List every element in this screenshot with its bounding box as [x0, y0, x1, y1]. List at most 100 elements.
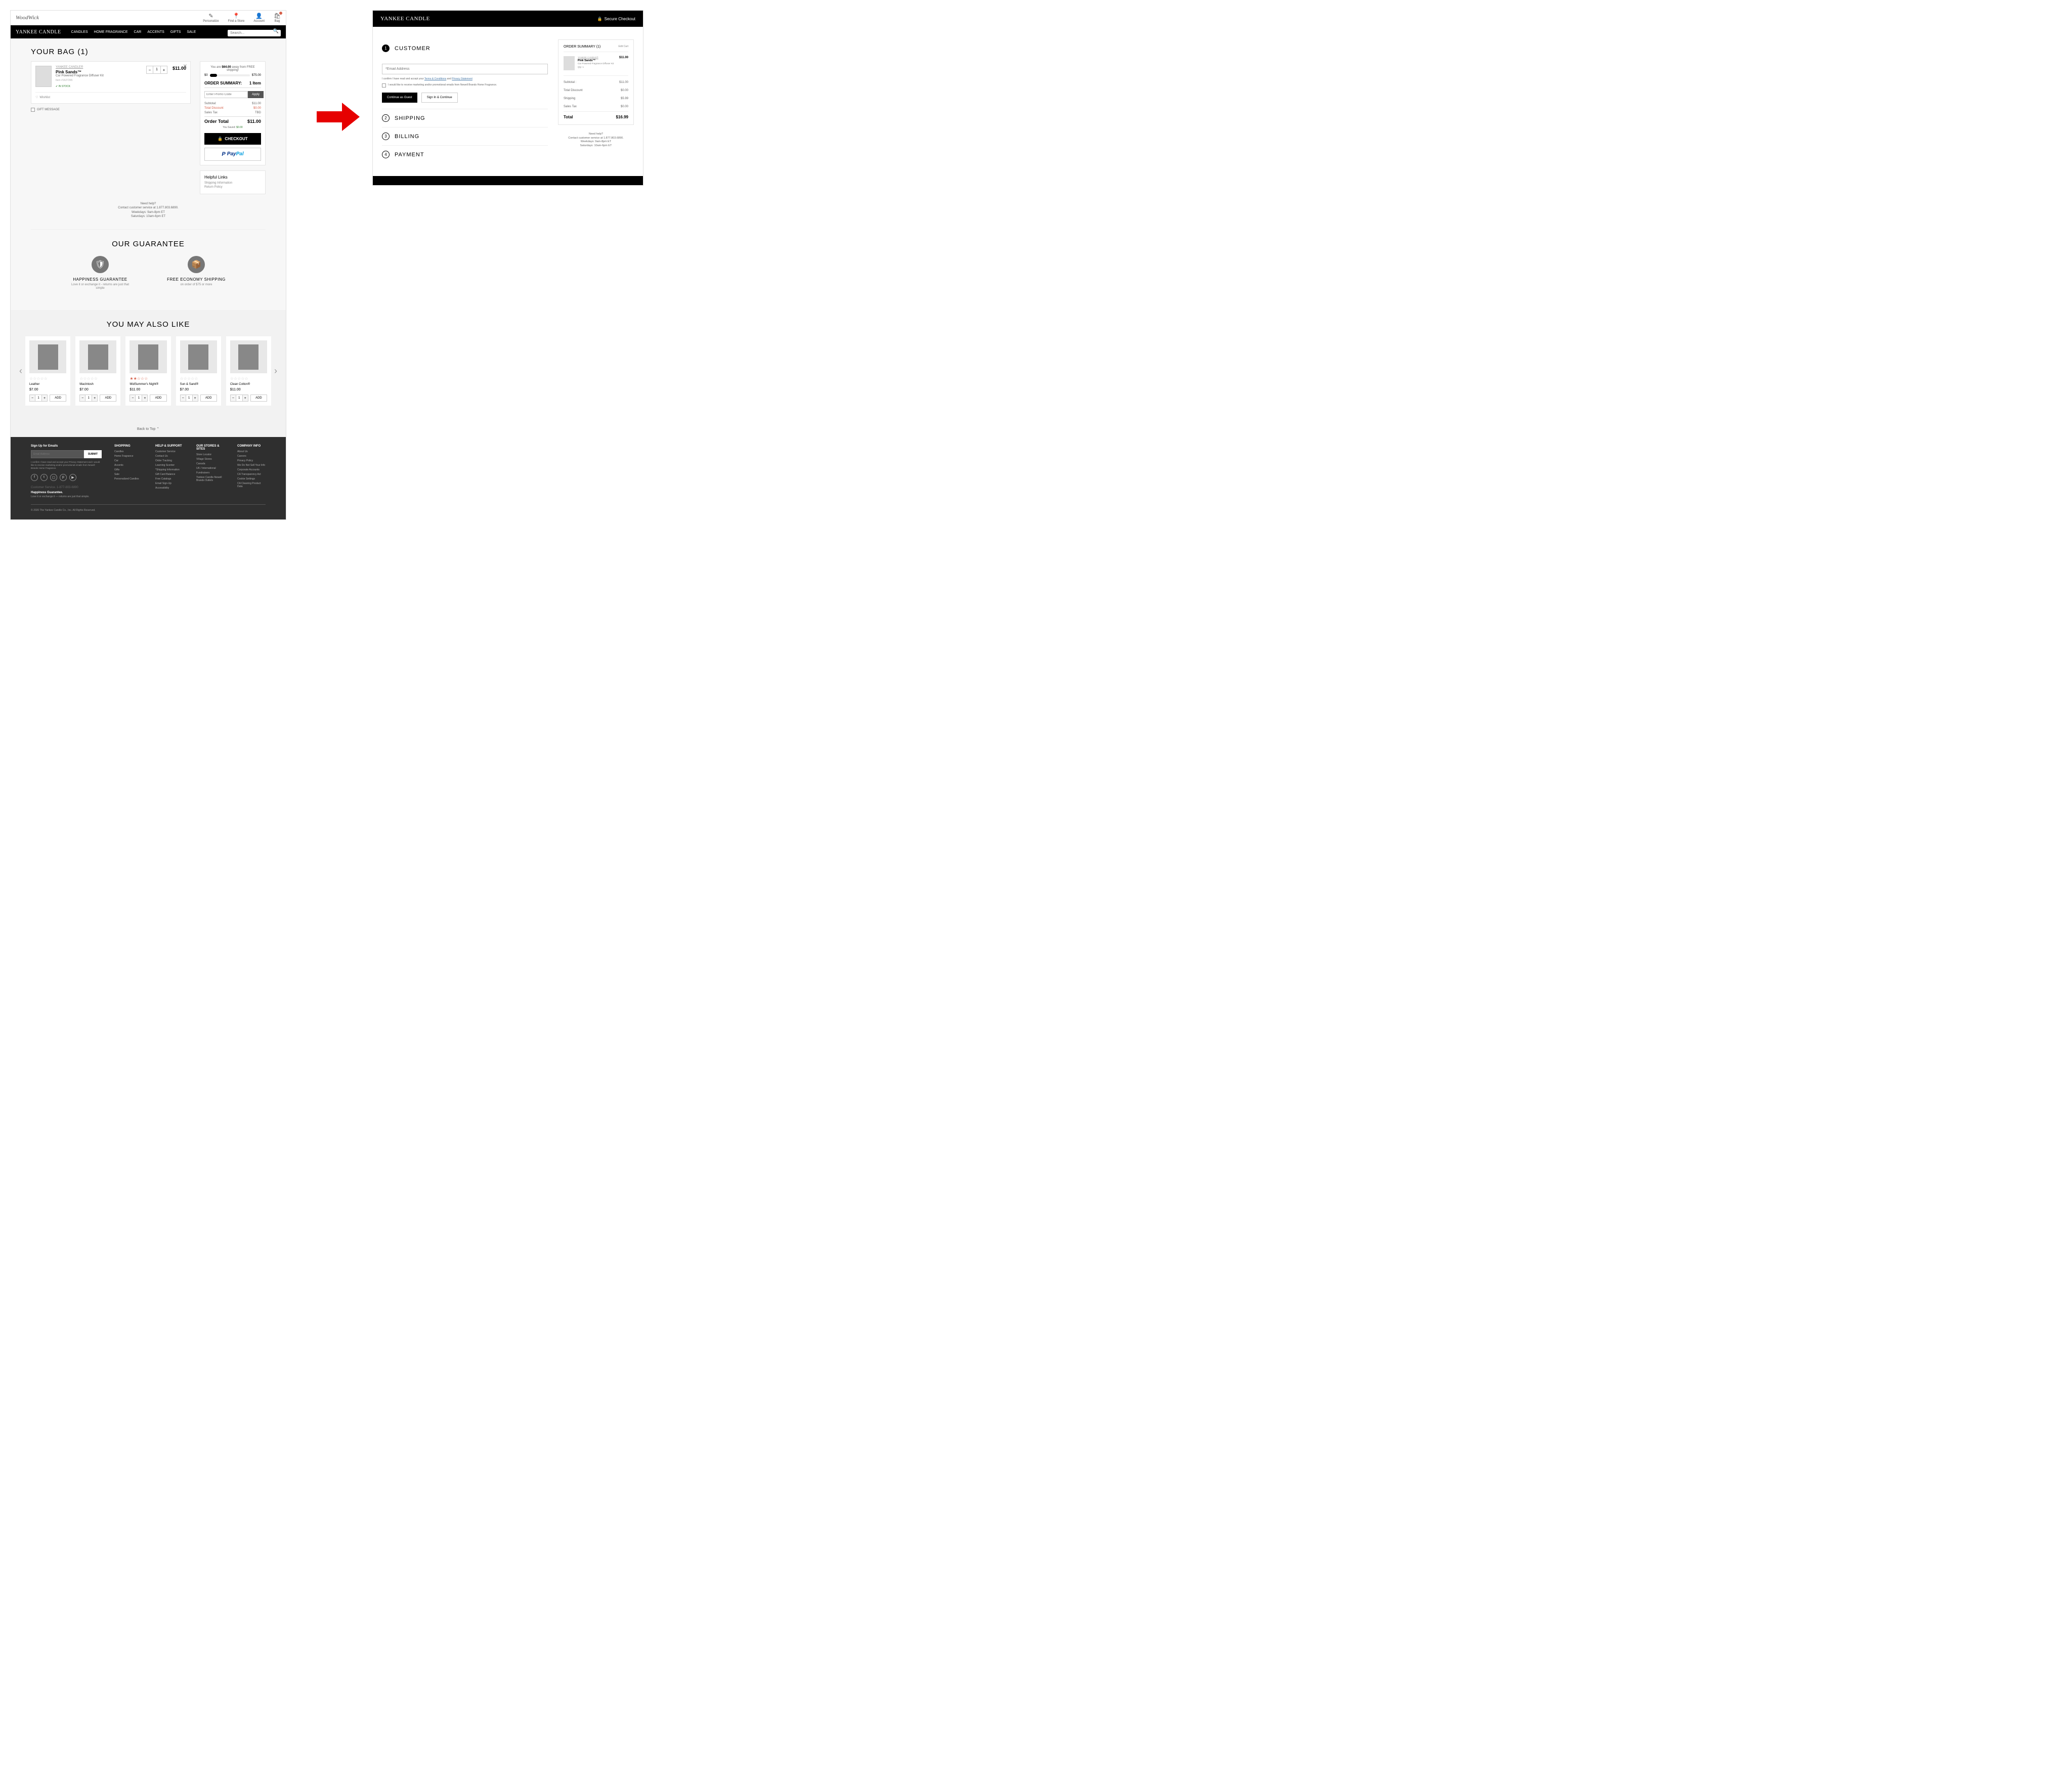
nav-car[interactable]: CAR [134, 30, 142, 34]
nav-candles[interactable]: CANDLES [71, 30, 88, 34]
step-payment[interactable]: 4 PAYMENT [382, 146, 548, 163]
footer-email-input[interactable] [31, 450, 84, 458]
gift-message-toggle[interactable]: GIFT MESSAGE [31, 108, 191, 112]
checkout-button[interactable]: 🔒CHECKOUT [204, 133, 261, 145]
footer-link[interactable]: Customer Service [155, 450, 184, 453]
footer-link[interactable]: Gift Card Balance [155, 473, 184, 476]
qty-plus-button[interactable]: + [92, 395, 97, 401]
pinterest-icon[interactable]: p [60, 474, 67, 481]
footer-link[interactable]: Free Catalogs [155, 477, 184, 480]
footer-link[interactable]: About Us [237, 450, 266, 453]
promo-input[interactable] [204, 91, 248, 98]
find-store-link[interactable]: 📍Find a Store [228, 13, 245, 23]
account-link[interactable]: 👤Account [253, 13, 265, 23]
add-button[interactable]: ADD [200, 395, 217, 402]
qty-minus-button[interactable]: − [231, 395, 236, 401]
facebook-icon[interactable]: f [31, 474, 38, 481]
footer-link[interactable]: Email Sign-Up [155, 482, 184, 485]
shipping-info-link[interactable]: Shipping Information [204, 182, 261, 185]
qty-plus-button[interactable]: + [193, 395, 198, 401]
footer-link[interactable]: Accents [114, 464, 143, 467]
brand-logo[interactable]: YANKEE CANDLE [380, 16, 430, 22]
paypal-button[interactable]: P PayPal [204, 148, 261, 161]
apply-promo-button[interactable]: Apply [248, 91, 264, 98]
footer-link[interactable]: Personalized Candles [114, 477, 143, 480]
footer-link[interactable]: Privacy Policy [237, 459, 266, 462]
footer-link[interactable]: Contact Us [155, 455, 184, 458]
footer-link[interactable]: Canada [196, 462, 225, 465]
cs-shipping: Shipping$5.99 [564, 97, 628, 100]
footer-link[interactable]: Candles [114, 450, 143, 453]
twitter-icon[interactable]: t [40, 474, 48, 481]
wishlist-button[interactable]: ♡Wishlist [35, 92, 186, 99]
qty-plus-button[interactable]: + [161, 66, 167, 73]
footer-link[interactable]: Store Locator [196, 453, 225, 456]
product-card[interactable]: ☆☆☆☆☆ Clean Cotton® $11.00 − 1 + ADD [226, 336, 271, 406]
nav-accents[interactable]: ACCENTS [147, 30, 164, 34]
footer-link[interactable]: CA Cleaning Product Data [237, 482, 266, 488]
back-to-top-button[interactable]: Back to Top ⌃ [11, 421, 286, 437]
terms-link[interactable]: Terms & Conditions [424, 77, 446, 80]
edit-cart-link[interactable]: Edit Cart [619, 45, 628, 49]
footer-link[interactable]: Accessibility [155, 487, 184, 490]
footer-link[interactable]: Home Fragrance [114, 455, 143, 458]
carousel-prev-icon[interactable]: ‹ [18, 366, 23, 376]
search-icon[interactable]: 🔍 [273, 28, 279, 34]
sign-in-continue-button[interactable]: Sign In & Continue [421, 93, 458, 103]
product-card[interactable]: ☆☆☆☆☆ MacIntosh $7.00 − 1 + ADD [75, 336, 120, 406]
instagram-icon[interactable]: ◻ [50, 474, 57, 481]
add-button[interactable]: ADD [150, 395, 166, 402]
step-billing[interactable]: 3 BILLING [382, 127, 548, 146]
youtube-icon[interactable]: ▶ [69, 474, 76, 481]
qty-minus-button[interactable]: − [30, 395, 35, 401]
footer-link[interactable]: Gifts [114, 468, 143, 471]
continue-guest-button[interactable]: Continue as Guest [382, 93, 417, 103]
step-shipping[interactable]: 2 SHIPPING [382, 109, 548, 127]
item-brand[interactable]: YANKEE CANDLE® [578, 56, 616, 59]
personalize-link[interactable]: ✎Personalize [203, 13, 219, 23]
return-policy-link[interactable]: Return Policy [204, 186, 261, 189]
footer-link[interactable]: Village Stores [196, 458, 225, 461]
footer-link[interactable]: Corporate Accounts [237, 468, 266, 471]
promo-row: Apply [204, 91, 261, 98]
qty-plus-button[interactable]: + [142, 395, 147, 401]
add-button[interactable]: ADD [50, 395, 66, 402]
qty-plus-button[interactable]: + [243, 395, 248, 401]
privacy-link[interactable]: Privacy Statement [452, 77, 472, 80]
email-input[interactable] [382, 64, 548, 74]
qty-plus-button[interactable]: + [42, 395, 47, 401]
footer-link[interactable]: Learning Scenter [155, 464, 184, 467]
nav-home-fragrance[interactable]: HOME FRAGRANCE [94, 30, 128, 34]
footer-link[interactable]: *Shipping Information [155, 468, 184, 471]
footer-link[interactable]: Sale [114, 473, 143, 476]
footer-link[interactable]: Yankee Candle-Newell Brands Outlets [196, 476, 225, 482]
footer-link[interactable]: CA Transparency Act [237, 473, 266, 476]
footer-link[interactable]: Car [114, 459, 143, 462]
nav-gifts[interactable]: GIFTS [170, 30, 181, 34]
product-card[interactable]: ☆☆☆☆☆ Sun & Sand® $7.00 − 1 + ADD [176, 336, 221, 406]
footer-submit-button[interactable]: SUBMIT [84, 450, 102, 458]
woodwick-logo[interactable]: WoodWick [16, 15, 39, 21]
footer-link[interactable]: Fundraisers [196, 471, 225, 474]
qty-minus-button[interactable]: − [181, 395, 186, 401]
brand-logo[interactable]: YANKEE CANDLE [16, 29, 61, 35]
product-card[interactable]: ★★☆☆☆ MidSummer's Night® $11.00 − 1 + AD… [125, 336, 170, 406]
footer-link[interactable]: UK / International [196, 467, 225, 470]
qty-minus-button[interactable]: − [147, 66, 153, 73]
footer-link[interactable]: Order Tracking [155, 459, 184, 462]
qty-minus-button[interactable]: − [80, 395, 85, 401]
carousel-next-icon[interactable]: › [273, 366, 278, 376]
footer-link[interactable]: Cookie Settings [237, 477, 266, 480]
footer-link[interactable]: Careers [237, 455, 266, 458]
marketing-opt-in[interactable]: I would like to receive marketing and/or… [382, 83, 548, 88]
add-button[interactable]: ADD [250, 395, 267, 402]
item-name[interactable]: Pink Sands™ [56, 70, 142, 74]
footer-link[interactable]: We Do Not Sell Your Info [237, 464, 266, 467]
item-brand[interactable]: YANKEE CANDLE® [56, 66, 142, 69]
nav-sale[interactable]: SALE [187, 30, 196, 34]
qty-minus-button[interactable]: − [130, 395, 135, 401]
remove-item-icon[interactable]: ✕ [183, 64, 187, 69]
product-card[interactable]: ☆☆☆☆☆ Leather $7.00 − 1 + ADD [25, 336, 70, 406]
bag-link[interactable]: 🛍Bag [274, 13, 281, 23]
add-button[interactable]: ADD [100, 395, 116, 402]
